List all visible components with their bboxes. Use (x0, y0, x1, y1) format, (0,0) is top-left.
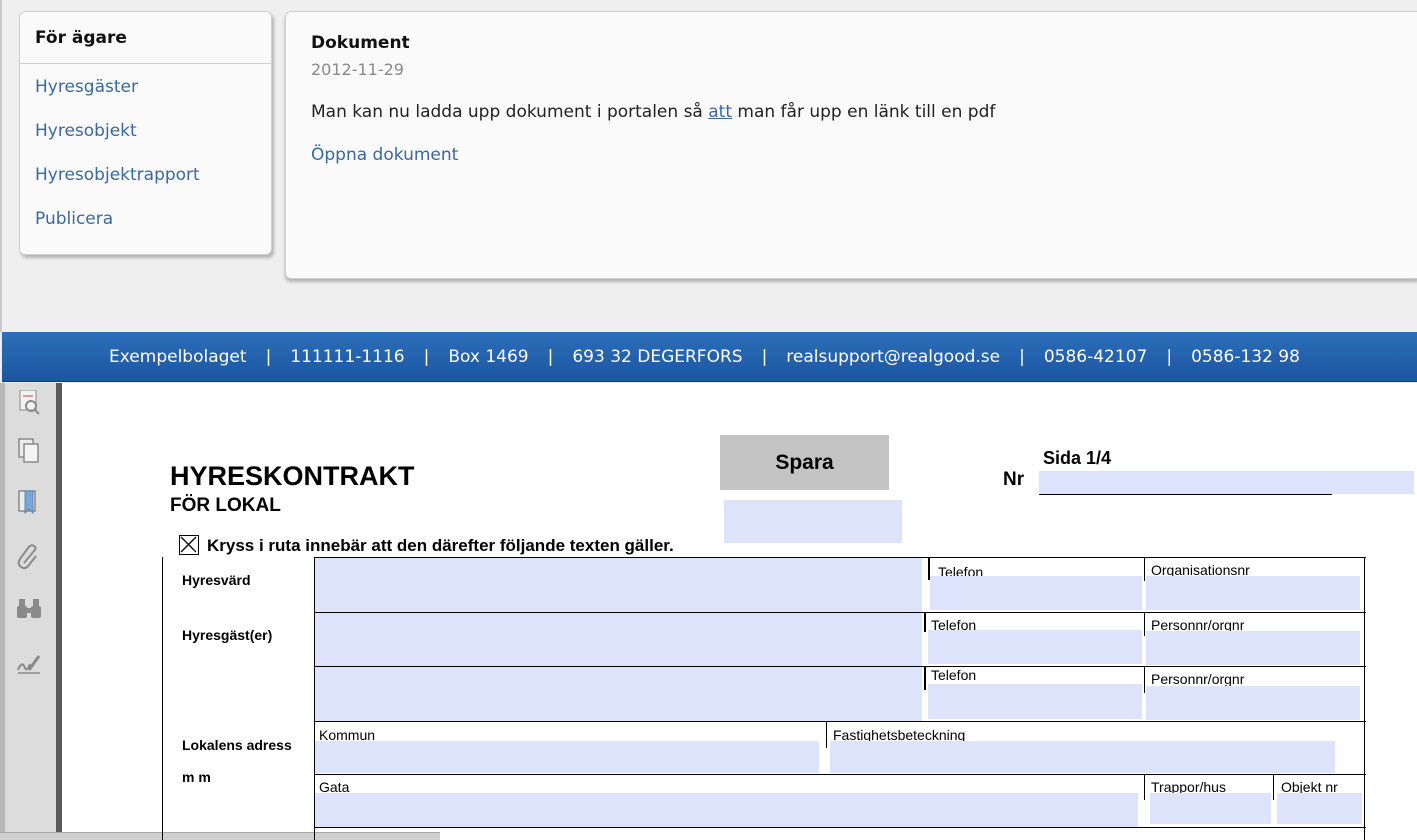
portal-page: För ägare Hyresgäster Hyresobjekt Hyreso… (0, 0, 1417, 332)
cell-marker (1273, 774, 1274, 800)
table-right-border (1364, 557, 1365, 840)
tenant2-phone-field[interactable] (928, 684, 1142, 719)
nr-label: Nr (1003, 469, 1025, 490)
news-date: 2012-11-29 (311, 60, 404, 79)
pages-icon[interactable] (15, 437, 43, 465)
footer-org-number: 111111-1116 (290, 346, 405, 367)
cell-marker (826, 721, 827, 748)
cell-marker (924, 666, 926, 690)
news-body-text: Man kan nu ladda upp dokument i portalen… (311, 102, 709, 122)
property-field[interactable] (830, 741, 1335, 773)
news-heading: Dokument (311, 33, 410, 53)
form-title: HYRESKONTRAKT (170, 461, 415, 491)
form-field-under-save[interactable] (724, 500, 902, 543)
object-nr-field[interactable] (1277, 793, 1362, 824)
footer-phone: 0586-42107 (1043, 346, 1148, 367)
footer-separator: | (547, 346, 554, 367)
tenant2-name-field[interactable] (315, 667, 922, 721)
stairs-field[interactable] (1150, 793, 1271, 824)
open-document-link[interactable]: Öppna dokument (311, 145, 458, 165)
sign-icon[interactable] (15, 649, 43, 677)
footer-email[interactable]: realsupport@realgood.se (786, 347, 1000, 367)
landlord-name-field[interactable] (315, 558, 922, 612)
checkbox-note: Kryss i ruta innebär att den därefter fö… (207, 536, 674, 555)
form-subtitle: FÖR LOKAL (170, 495, 281, 516)
cell-marker (1144, 666, 1145, 693)
search-binoculars-icon[interactable] (15, 595, 43, 623)
street-field[interactable] (315, 793, 1138, 827)
attachment-icon[interactable] (15, 543, 43, 571)
row-divider (314, 774, 1366, 775)
nr-underline (1039, 494, 1332, 495)
news-panel: Dokument 2012-11-29 Man kan nu ladda upp… (285, 11, 1417, 279)
nr-field[interactable] (1039, 471, 1414, 494)
example-checkbox (179, 535, 199, 555)
municipality-field[interactable] (315, 741, 819, 773)
footer-fax: 0586-132 98 (1191, 346, 1300, 367)
footer-company: Exempelbolaget (109, 346, 247, 367)
footer-bar: Exempelbolaget | 111111-1116 | Box 1469 … (2, 332, 1417, 382)
row-divider (314, 827, 1366, 828)
news-body-link[interactable]: att (708, 102, 732, 122)
landlord-org-field[interactable] (1146, 576, 1360, 610)
sidebar-item-rental-objects[interactable]: Hyresobjekt (20, 119, 271, 163)
table-left-border (162, 557, 163, 840)
tenant2-personnr-field[interactable] (1146, 686, 1360, 720)
bookmark-icon[interactable] (15, 489, 43, 517)
row-label-address-mm: m m (182, 769, 211, 785)
cell-marker (1144, 557, 1145, 581)
sidebar-menu: Hyresgäster Hyresobjekt Hyresobjektrappo… (20, 64, 271, 251)
row-label-address: Lokalens adress (182, 737, 292, 753)
tenant2-phone-label: Telefon (931, 667, 977, 683)
news-body-text-end: man får upp en länk till en pdf (732, 102, 996, 122)
pdf-side-toolbar (0, 383, 62, 840)
footer-separator: | (265, 346, 272, 367)
sidebar-item-tenants[interactable]: Hyresgäster (20, 75, 271, 119)
row-label-tenant: Hyresgäst(er) (182, 627, 273, 643)
landlord-phone-field[interactable] (930, 576, 1142, 610)
tenant1-personnr-field[interactable] (1146, 631, 1360, 665)
tenant1-name-field[interactable] (315, 613, 922, 666)
footer-postal-address: 693 32 DEGERFORS (572, 346, 743, 367)
row-divider (314, 721, 1366, 722)
sidebar-item-publish[interactable]: Publicera (20, 207, 271, 251)
page-indicator: Sida 1/4 (1043, 448, 1112, 468)
tenant1-phone-field[interactable] (928, 630, 1142, 664)
row-label-landlord: Hyresvärd (182, 572, 251, 588)
sidebar-item-rental-object-report[interactable]: Hyresobjektrapport (20, 163, 271, 207)
owner-sidebar: För ägare Hyresgäster Hyresobjekt Hyreso… (19, 11, 272, 255)
signature-pen-icon[interactable] (15, 389, 43, 417)
footer-separator: | (761, 346, 768, 367)
footer-separator: | (1166, 346, 1173, 367)
save-button[interactable]: Spara (720, 435, 889, 490)
cell-marker (1144, 612, 1145, 636)
footer-separator: | (423, 346, 430, 367)
news-body: Man kan nu ladda upp dokument i portalen… (311, 102, 1417, 122)
footer-separator: | (1019, 346, 1025, 367)
pdf-viewer: HYRESKONTRAKT FÖR LOKAL Spara Sida 1/4 N… (0, 383, 1417, 840)
tenant2-personnr-label: Personnr/orgnr (1151, 671, 1245, 687)
cell-marker (924, 612, 926, 632)
footer-box: Box 1469 (448, 346, 529, 367)
contract-form-page: HYRESKONTRAKT FÖR LOKAL Spara Sida 1/4 N… (62, 383, 1417, 840)
sidebar-title: För ägare (20, 12, 271, 64)
cell-marker (1144, 774, 1145, 800)
